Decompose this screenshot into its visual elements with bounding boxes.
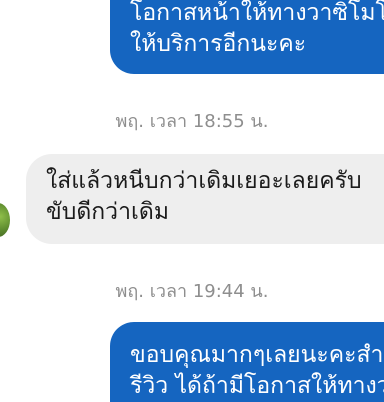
message-text-line: ให้บริการอีกนะคะ bbox=[130, 31, 307, 57]
sender-avatar[interactable] bbox=[0, 203, 10, 237]
message-text-line: ขับดีกว่าเดิม bbox=[46, 199, 169, 225]
message-timestamp: พฤ. เวลา 19:44 น. bbox=[115, 281, 269, 302]
incoming-message-bubble[interactable]: ใส่แล้วหนีบกว่าเดิมเยอะเลยครับ ขับดีกว่า… bbox=[26, 154, 384, 244]
outgoing-message-bubble[interactable]: ขอบคุณมากๆเลยนะคะสำหรับ รีวิว ได้ถ้ามีโอ… bbox=[110, 322, 384, 402]
message-text-line: ขอบคุณมากๆเลยนะคะสำหรับ bbox=[130, 342, 384, 368]
outgoing-message-bubble[interactable]: โอกาสหน้าให้ทางวาซิโมโต ให้บริการอีกนะคะ bbox=[110, 0, 384, 74]
message-text-line: รีวิว ได้ถ้ามีโอกาสให้ทางวาซิ bbox=[130, 373, 384, 399]
message-text-line: โอกาสหน้าให้ทางวาซิโมโต bbox=[130, 0, 384, 26]
message-timestamp: พฤ. เวลา 18:55 น. bbox=[115, 111, 269, 132]
message-text-line: ใส่แล้วหนีบกว่าเดิมเยอะเลยครับ bbox=[46, 168, 362, 194]
